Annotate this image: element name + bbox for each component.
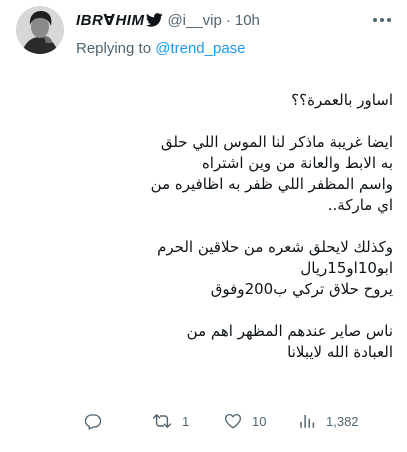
tweet-paragraph-4: ناس صاير عندهم المظهر اهم من العبادة الل… xyxy=(186,322,393,361)
retweet-count: 1 xyxy=(182,413,190,429)
action-bar: 1 10 1,382 xyxy=(84,412,384,432)
user-handle[interactable]: @i__vip xyxy=(167,12,221,29)
replying-to-label: Replying to xyxy=(76,40,152,57)
separator-dot: · xyxy=(225,11,231,29)
replying-to: Replying to @trend_pase xyxy=(76,40,246,57)
tweet-text: اساور بالعمرة؟؟ ايضا غريبة ماذكر لنا الم… xyxy=(76,90,393,363)
like-count: 10 xyxy=(252,413,267,429)
like-button[interactable]: 10 xyxy=(224,412,266,430)
retweet-button[interactable]: 1 xyxy=(152,412,189,430)
heart-icon xyxy=(224,412,242,430)
display-name[interactable]: IBR∀HIM xyxy=(76,11,144,29)
reply-button[interactable] xyxy=(84,412,112,430)
views-count: 1,382 xyxy=(326,413,359,429)
views-icon xyxy=(298,412,316,430)
reply-icon xyxy=(84,412,102,430)
views-button[interactable]: 1,382 xyxy=(298,412,359,430)
tweet-paragraph-2: ايضا غريبة ماذكر لنا الموس اللي حلق به ا… xyxy=(150,133,393,214)
timestamp[interactable]: 10h xyxy=(235,12,260,29)
tweet-paragraph-3: وكذلك لايحلق شعره من حلاقين الحرم ابو10ا… xyxy=(157,238,393,298)
reply-mention-link[interactable]: @trend_pase xyxy=(155,40,245,57)
more-icon[interactable] xyxy=(371,10,393,30)
retweet-icon xyxy=(152,412,172,430)
tweet-header: IBR∀HIM @i__vip · 10h xyxy=(76,10,393,30)
tweet-paragraph-1: اساور بالعمرة؟؟ xyxy=(291,91,393,109)
bird-icon xyxy=(146,13,164,27)
avatar[interactable] xyxy=(16,6,64,54)
